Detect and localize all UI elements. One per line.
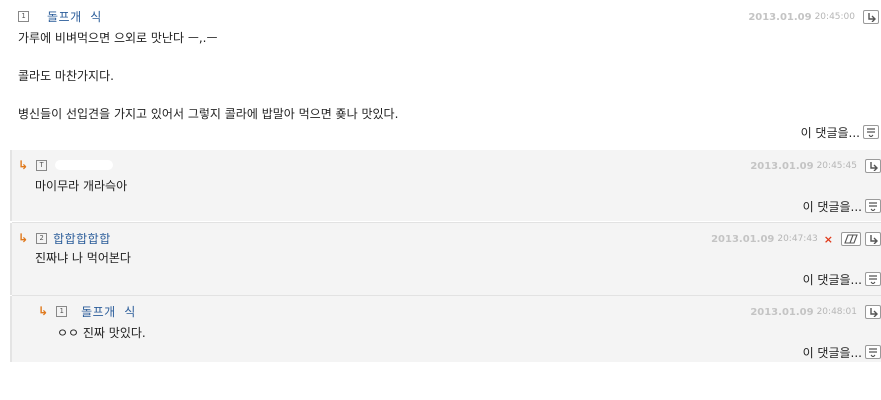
comment-meta: 2013.01.09 20:47:43 × xyxy=(711,231,881,247)
comment-header: ↳ T xyxy=(18,157,114,173)
comment-body-line: 콜라도 마찬가지다. xyxy=(18,69,114,83)
comment-header: ↳ 2 합합합합합 xyxy=(18,230,111,246)
comment-body-line: 가루에 비벼먹으면 으외로 맛난다 ㅡ,.ㅡ xyxy=(18,31,218,45)
level-badge: 1 xyxy=(18,10,29,22)
more-button[interactable] xyxy=(865,272,881,286)
comment-more-menu[interactable]: 이 댓글을... xyxy=(803,198,881,214)
reply-arrow-icon: ↳ xyxy=(38,304,49,318)
reply-arrow-icon: ↳ xyxy=(18,158,29,172)
level-badge: 1 xyxy=(56,305,68,317)
comment-date: 2013.01.09 xyxy=(748,11,812,23)
level-badge: 2 xyxy=(36,232,48,244)
reply-button[interactable] xyxy=(865,159,881,173)
nickname-link[interactable]: 합합합합합 xyxy=(53,230,111,247)
level-badge: T xyxy=(36,159,48,171)
nickname-link[interactable]: 돌프개 식 xyxy=(81,303,136,320)
comment-meta: 2013.01.09 20:48:01 xyxy=(750,304,881,320)
comment-1: 1 돌프개 식 2013.01.09 20:45:00 가루에 비벼먹으면 으외… xyxy=(0,0,881,148)
comment-time: 20:47:43 xyxy=(777,234,818,244)
comment-header: 1 돌프개 식 xyxy=(18,8,102,24)
comment-time: 20:45:00 xyxy=(814,12,855,22)
comment-time: 20:48:01 xyxy=(816,307,857,317)
reply-icon xyxy=(868,13,876,22)
comment-body-line: 마이무라 개라슥아 xyxy=(35,179,128,193)
comment-header: ↳ 1 돌프개 식 xyxy=(38,303,136,319)
edit-button[interactable] xyxy=(841,232,861,246)
list-menu-icon xyxy=(869,202,877,211)
eraser-edit-icon xyxy=(844,234,858,244)
more-button[interactable] xyxy=(865,345,881,359)
reply-button[interactable] xyxy=(865,305,881,319)
more-button[interactable] xyxy=(865,199,881,213)
comment-body-line: ㅇㅇ 진짜 맛있다. xyxy=(57,326,146,340)
more-label: 이 댓글을... xyxy=(800,125,860,140)
list-menu-icon xyxy=(867,128,875,137)
more-label: 이 댓글을... xyxy=(802,199,862,214)
comment-more-menu[interactable]: 이 댓글을... xyxy=(801,124,879,140)
reply-arrow-icon: ↳ xyxy=(18,231,29,245)
comment-date: 2013.01.09 xyxy=(750,306,814,318)
comment-date: 2013.01.09 xyxy=(750,160,814,172)
reply-icon xyxy=(870,235,878,244)
reply-icon xyxy=(870,162,878,171)
comment-meta: 2013.01.09 20:45:45 xyxy=(750,158,881,174)
comment-body-line: 병신들이 선입견을 가지고 있어서 그렇지 콜라에 밥말아 먹으면 죶나 맛있다… xyxy=(18,107,399,121)
comment-body-line: 진짜냐 나 먹어본다 xyxy=(35,251,131,265)
nickname-link[interactable]: 돌프개 식 xyxy=(47,8,102,25)
comment-time: 20:45:45 xyxy=(816,161,857,171)
comment-2: ↳ T 2013.01.09 20:45:45 마이무라 개라슥아 이 댓글을.… xyxy=(10,150,881,221)
delete-x-icon[interactable]: × xyxy=(824,233,833,246)
list-menu-icon xyxy=(869,348,877,357)
comment-date: 2013.01.09 xyxy=(711,233,775,245)
comment-more-menu[interactable]: 이 댓글을... xyxy=(803,344,881,360)
list-menu-icon xyxy=(869,275,877,284)
comment-more-menu[interactable]: 이 댓글을... xyxy=(803,271,881,287)
comment-3: ↳ 2 합합합합합 2013.01.09 20:47:43 × 진짜냐 나 먹어… xyxy=(10,223,881,295)
more-label: 이 댓글을... xyxy=(802,345,862,360)
reply-button[interactable] xyxy=(863,10,879,24)
more-label: 이 댓글을... xyxy=(802,272,862,287)
more-button[interactable] xyxy=(863,125,879,139)
comment-meta: 2013.01.09 20:45:00 xyxy=(748,9,879,25)
reply-icon xyxy=(870,308,878,317)
comment-4: ↳ 1 돌프개 식 2013.01.09 20:48:01 ㅇㅇ 진짜 맛있다.… xyxy=(10,296,881,362)
nickname-blurred xyxy=(55,160,114,170)
reply-button[interactable] xyxy=(865,232,881,246)
